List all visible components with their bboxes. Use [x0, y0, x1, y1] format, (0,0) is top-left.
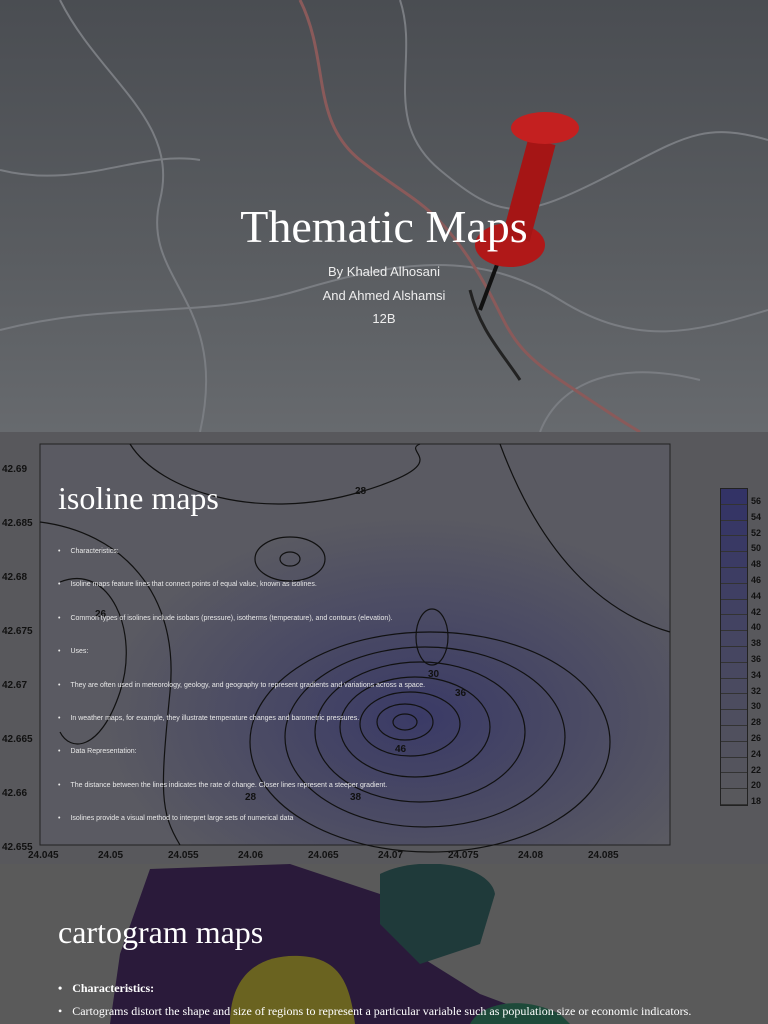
byline: By Khaled Alhosani	[327, 264, 441, 279]
bullet: They are often used in meteorology, geol…	[58, 682, 425, 689]
bullet: Isoline maps feature lines that connect …	[58, 581, 316, 588]
legend-swatch	[721, 520, 747, 537]
legend-swatch	[721, 536, 747, 553]
legend-label: 56	[751, 496, 762, 506]
legend-label: 32	[751, 685, 762, 696]
slide-title: Thematic Maps	[240, 201, 528, 252]
bullet: Common types of isolines include isobars…	[58, 615, 392, 622]
legend-label: 44	[751, 590, 762, 601]
bullet: The distance between the lines indicates…	[58, 782, 387, 789]
legend-label: 36	[751, 654, 762, 664]
y-tick-label: 42.69	[2, 464, 28, 475]
bullet: Cartograms distort the shape and size of…	[58, 1004, 691, 1019]
legend-swatch	[721, 789, 747, 805]
y-tick-label: 42.685	[2, 518, 33, 529]
legend-swatch	[721, 773, 747, 790]
x-tick-label: 24.055	[168, 850, 199, 861]
class-label: 12B	[372, 311, 396, 326]
legend-swatch	[721, 552, 747, 568]
slide-title: isoline maps	[58, 480, 219, 516]
legend-label: 48	[751, 559, 762, 570]
legend-swatch	[721, 662, 747, 679]
legend-swatch	[721, 694, 747, 711]
y-tick-label: 42.665	[2, 734, 33, 745]
contour-label: 28	[355, 486, 367, 497]
legend-swatch	[721, 710, 747, 726]
y-tick-label: 42.675	[2, 626, 33, 637]
legend-swatch	[721, 489, 747, 505]
x-tick-label: 24.085	[588, 850, 619, 861]
legend-label: 34	[751, 669, 762, 680]
legend-swatch	[721, 567, 747, 584]
color-legend	[720, 488, 748, 806]
y-tick-label: 42.66	[2, 788, 28, 799]
legend-swatch	[721, 757, 747, 774]
legend-swatch	[721, 583, 747, 600]
y-tick-label: 42.67	[2, 680, 28, 691]
legend-label: 24	[751, 748, 762, 759]
x-tick-label: 24.045	[28, 850, 59, 861]
legend-swatch	[721, 631, 747, 647]
isoline-slide: 28 26 30 36 46 38 28 isoline maps Charac…	[0, 432, 768, 864]
bullet: Isolines provide a visual method to inte…	[58, 815, 293, 822]
legend-swatch	[721, 725, 747, 742]
x-tick-label: 24.05	[98, 850, 124, 861]
x-tick-label: 24.06	[238, 850, 264, 861]
legend-swatch	[721, 504, 747, 521]
legend-label: 50	[751, 543, 762, 554]
bullet: Characteristics:	[58, 548, 118, 555]
legend-swatch	[721, 678, 747, 695]
legend-label: 46	[751, 575, 762, 585]
contour-label: 36	[455, 688, 467, 699]
legend-swatch	[721, 646, 747, 663]
x-tick-label: 24.08	[518, 850, 544, 861]
legend-label: 20	[751, 780, 762, 791]
legend-label: 38	[751, 638, 762, 649]
legend-swatch	[721, 615, 747, 632]
bullet: In weather maps, for example, they illus…	[58, 715, 359, 722]
title-slide: Thematic Maps By Khaled Alhosani And Ahm…	[0, 0, 768, 432]
x-tick-label: 24.07	[378, 850, 404, 861]
legend-swatch	[721, 741, 747, 758]
slide-title: cartogram maps	[58, 914, 264, 950]
legend-swatch	[721, 599, 747, 616]
y-tick-label: 42.68	[2, 572, 28, 583]
legend-label: 52	[751, 527, 762, 538]
legend-label: 28	[751, 717, 762, 728]
legend-label: 18	[751, 796, 762, 807]
bullet: Characteristics:	[58, 981, 154, 996]
contour-label: 46	[395, 744, 407, 755]
x-tick-label: 24.075	[448, 850, 479, 861]
contour-label: 30	[428, 669, 440, 680]
byline-2: And Ahmed Alshamsi	[322, 288, 446, 303]
legend-label: 26	[751, 733, 762, 743]
legend-label: 22	[751, 764, 762, 775]
bullet: Uses:	[58, 648, 88, 655]
legend-label: 30	[751, 701, 762, 712]
legend-label: 40	[751, 622, 762, 633]
bullet: Data Representation:	[58, 748, 136, 755]
legend-label: 54	[751, 511, 762, 522]
contour-label: 28	[245, 792, 257, 803]
x-tick-label: 24.065	[308, 850, 339, 861]
cartogram-slide: cartogram maps Characteristics: Cartogra…	[0, 864, 768, 1024]
legend-label: 42	[751, 606, 762, 617]
contour-label: 38	[350, 792, 362, 803]
